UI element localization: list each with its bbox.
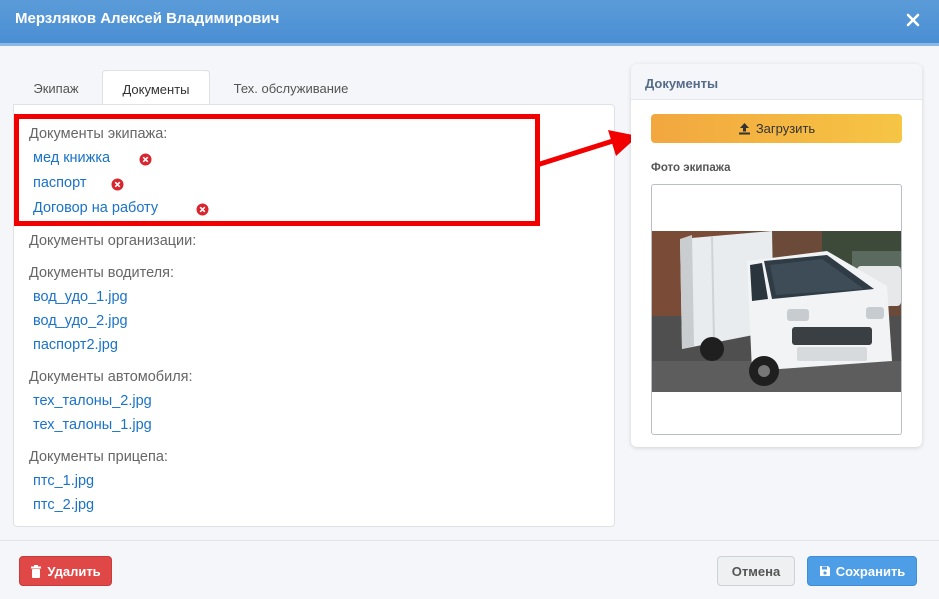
close-button[interactable] (905, 12, 921, 28)
upload-button[interactable]: Загрузить (651, 114, 902, 143)
crew-doc-link[interactable]: мед книжка (33, 150, 110, 166)
upload-icon (738, 123, 750, 135)
trailer-doc-link[interactable]: птс_2.jpg (33, 497, 94, 513)
driver-doc-link[interactable]: паспорт2.jpg (33, 337, 118, 353)
close-icon (906, 13, 920, 27)
trailer-doc-link[interactable]: птс_1.jpg (33, 473, 94, 489)
cancel-button[interactable]: Отмена (717, 556, 795, 586)
section-driver-label: Документы водителя: (29, 265, 175, 281)
modal-footer (0, 540, 939, 599)
driver-doc-link[interactable]: вод_удо_1.jpg (33, 289, 128, 305)
crew-doc-link[interactable]: Договор на работу (33, 200, 158, 216)
section-trailer-label: Документы прицепа: (29, 449, 168, 465)
floppy-icon (819, 566, 830, 576)
delete-doc-icon[interactable] (139, 153, 152, 166)
upload-label: Загрузить (755, 121, 816, 136)
driver-doc-link[interactable]: вод_удо_2.jpg (33, 313, 128, 329)
truck-photo (652, 231, 901, 392)
side-card-title: Документы (631, 64, 922, 100)
vehicle-doc-link[interactable]: тех_талоны_2.jpg (33, 393, 152, 409)
side-documents-card: Документы Загрузить Фото экипажа (631, 64, 922, 447)
section-vehicle-label: Документы автомобиля: (29, 369, 193, 385)
crew-doc-link[interactable]: паспорт (33, 175, 86, 191)
delete-doc-icon[interactable] (196, 203, 209, 216)
delete-label: Удалить (47, 563, 101, 579)
crew-photo-frame[interactable] (651, 184, 902, 435)
save-button[interactable]: Сохранить (807, 556, 917, 586)
documents-panel: Документы экипажа: мед книжка паспорт До… (13, 104, 615, 527)
section-crew-label: Документы экипажа: (29, 126, 168, 142)
tab-documents[interactable]: Документы (102, 70, 210, 105)
modal-header: Мерзляков Алексей Владимирович (0, 0, 939, 46)
section-organization-label: Документы организации: (29, 233, 197, 249)
tab-maintenance[interactable]: Тех. обслуживание (216, 70, 366, 105)
save-label: Сохранить (835, 563, 906, 579)
vehicle-doc-link[interactable]: тех_талоны_1.jpg (33, 417, 152, 433)
photo-label: Фото экипажа (651, 162, 731, 174)
tab-crew[interactable]: Экипаж (14, 70, 98, 105)
trash-icon (31, 564, 42, 578)
delete-button[interactable]: Удалить (19, 556, 112, 586)
delete-doc-icon[interactable] (111, 178, 124, 191)
modal-title: Мерзляков Алексей Владимирович (15, 10, 280, 27)
